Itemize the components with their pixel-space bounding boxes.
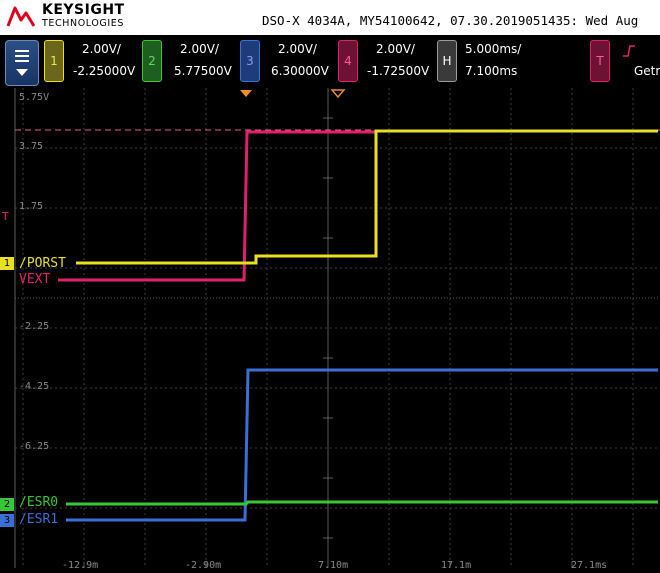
chevron-down-icon [16, 69, 28, 76]
horizontal-delay: 7.100ms [465, 64, 518, 78]
time-reference-marker[interactable] [330, 89, 346, 99]
channel-1-badge: 1 [44, 40, 64, 82]
horizontal-scale: 5.000ms/ [465, 42, 522, 56]
y-label-1: 3.75 [19, 141, 44, 152]
channel-2-trace [66, 500, 658, 506]
channel-4-badge: 4 [338, 40, 358, 82]
brand-subtitle: TECHNOLOGIES [42, 18, 124, 29]
channel-4-scale: 2.00V/ [376, 42, 415, 56]
channel-1-scale: 2.00V/ [82, 42, 121, 56]
rising-edge-icon [623, 45, 635, 57]
trigger-source: Getr [634, 64, 660, 78]
channel-2-badge: 2 [142, 40, 162, 82]
trigger-position-marker[interactable] [240, 90, 252, 97]
channel-3-badge: 3 [240, 40, 260, 82]
x-label-3: 17.1m [441, 560, 472, 571]
x-label-0: -12.9m [62, 560, 99, 571]
channel-2-scale: 2.00V/ [180, 42, 219, 56]
y-label-5: -6.25 [19, 441, 50, 452]
channel-2-offset: 5.77500V [174, 64, 232, 78]
main-menu-button[interactable] [5, 40, 39, 86]
trigger-badge: T [590, 40, 610, 82]
brand-name: KEYSIGHT [42, 2, 125, 18]
channel-2-ground-marker[interactable]: 2 [0, 498, 14, 511]
channel-3-trace [66, 368, 658, 522]
keysight-logo-icon [6, 6, 36, 27]
x-label-4: 27.1ms [571, 560, 608, 571]
channel-4-offset: -1.72500V [367, 64, 430, 78]
channel-3-label: /ESR1 [19, 512, 59, 527]
channel-1-ground-marker[interactable]: 1 [0, 257, 14, 270]
channel-3-ground-marker[interactable]: 3 [0, 514, 14, 527]
channel-3-offset: 6.30000V [271, 64, 329, 78]
y-label-2: 1.75 [19, 201, 44, 212]
scope-info: DSO-X 4034A, MY54100642, 07.30.201905143… [262, 13, 639, 28]
waveform-display[interactable]: 1 2 3 T 5.75V 3.75 1.75 -2.25 -4.25 -6.2… [0, 88, 660, 573]
channel-4-label: VEXT [19, 272, 51, 287]
header-bar: KEYSIGHT TECHNOLOGIES DSO-X 4034A, MY541… [0, 0, 660, 35]
channel-3-scale: 2.00V/ [278, 42, 317, 56]
settings-bar: 1 2.00V/ -2.25000V 2 2.00V/ 5.77500V 3 2… [0, 35, 660, 87]
y-label-4: -4.25 [19, 381, 50, 392]
y-label-3: -2.25 [19, 321, 50, 332]
channel-1-trace [76, 129, 658, 265]
x-label-2: 7.10m [318, 560, 349, 571]
channel-1-label: /PORST [19, 256, 66, 271]
y-label-0: 5.75V [19, 92, 50, 103]
channel-2-label: /ESR0 [19, 495, 59, 510]
waveform-grid [14, 88, 660, 568]
trigger-level-marker[interactable]: T [2, 210, 9, 223]
channel-1-offset: -2.25000V [73, 64, 136, 78]
horizontal-badge: H [437, 40, 457, 82]
x-label-1: -2.90m [185, 560, 222, 571]
